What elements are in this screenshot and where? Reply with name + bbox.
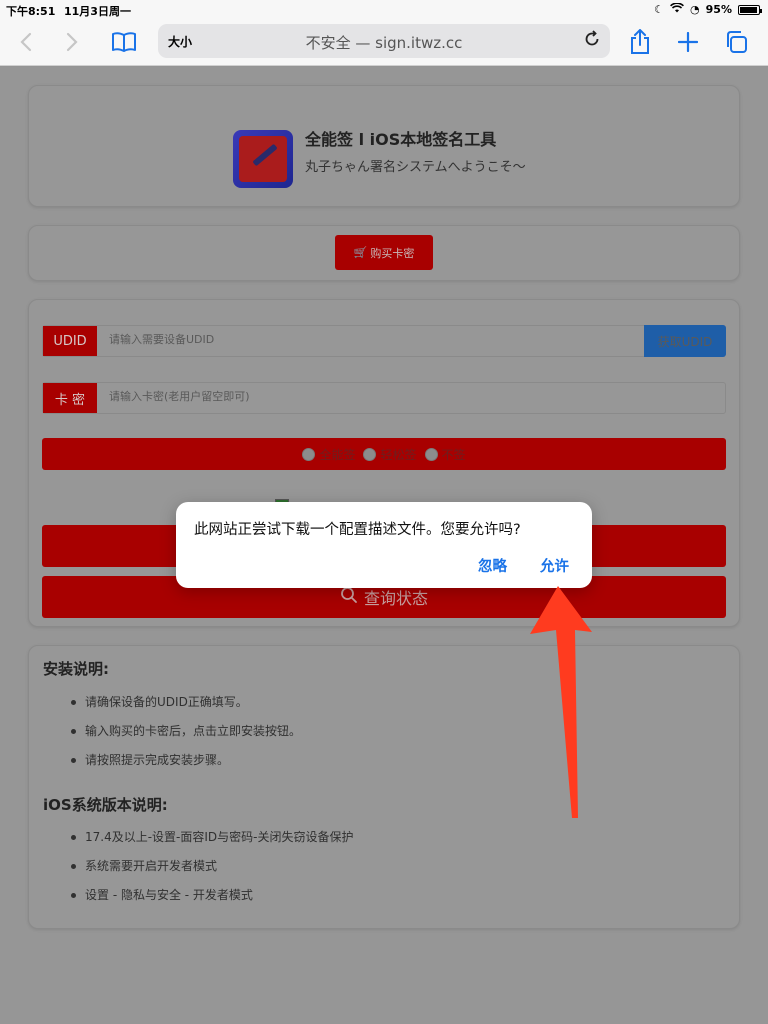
buy-card: 🛒 购买卡密: [28, 225, 740, 281]
card-key-input[interactable]: [109, 390, 569, 403]
buy-card-button[interactable]: 🛒 购买卡密: [335, 235, 433, 270]
forward-icon[interactable]: [58, 28, 86, 56]
moon-icon: ☾: [654, 3, 665, 16]
status-date: 11月3日周一: [64, 5, 131, 18]
install-instructions-title: 安装说明:: [43, 660, 109, 678]
page-subtitle: 丸子ちゃん署名システムへようこそ～: [305, 160, 526, 175]
dialog-message: 此网站正尝试下载一个配置描述文件。您要允许吗?: [194, 522, 521, 538]
list-item: 请确保设备的UDID正确填写。: [70, 688, 301, 717]
list-item: 系统需要开启开发者模式: [71, 852, 354, 881]
udid-input[interactable]: [109, 333, 569, 346]
allow-button[interactable]: 允许: [540, 555, 569, 576]
page-title: 全能签 l iOS本地签名工具: [305, 130, 497, 149]
annotation-arrow-icon: [530, 586, 592, 818]
udid-label: UDID: [43, 326, 97, 356]
ignore-button[interactable]: 忽略: [478, 555, 507, 576]
buy-button-label: 购买卡密: [370, 246, 415, 260]
url-text[interactable]: 不安全 — sign.itwz.cc: [158, 32, 610, 53]
back-icon[interactable]: [12, 28, 40, 56]
install-instructions-list: 请确保设备的UDID正确填写。 输入购买的卡密后，点击立即安装按钮。 请按照提示…: [70, 688, 301, 775]
udid-field: UDID 获取UDID: [42, 325, 726, 357]
new-tab-icon[interactable]: [674, 28, 702, 56]
tabs-icon[interactable]: [722, 28, 750, 56]
radio-circle-icon: [302, 447, 316, 461]
radio-option[interactable]: 不签: [424, 446, 466, 463]
radio-option[interactable]: 全能签: [302, 446, 355, 463]
wifi-icon: [670, 2, 685, 16]
list-item: 设置 - 隐私与安全 - 开发者模式: [71, 881, 354, 910]
instructions-card: 安装说明: 请确保设备的UDID正确填写。 输入购买的卡密后，点击立即安装按钮。…: [28, 645, 740, 929]
bookmarks-icon[interactable]: [110, 28, 138, 56]
browser-toolbar: 大小 不安全 — sign.itwz.cc: [0, 18, 768, 66]
list-item: 输入购买的卡密后，点击立即安装按钮。: [70, 717, 301, 746]
reload-icon[interactable]: [584, 30, 600, 53]
status-bar: 下午8:51 11月3日周一 ☾ ◔ 95%: [0, 0, 768, 18]
list-item: 请按照提示完成安装步骤。: [70, 746, 301, 775]
status-time: 下午8:51: [6, 5, 56, 18]
header-card: 全能签 l iOS本地签名工具 丸子ちゃん署名システムへようこそ～: [28, 85, 740, 207]
list-item: 17.4及以上-设置-面容ID与密码-关闭失窃设备保护: [71, 823, 354, 852]
radio-circle-icon: [363, 447, 377, 461]
share-icon[interactable]: [626, 28, 654, 56]
app-logo: [233, 130, 293, 188]
loading-icon: ◔: [690, 3, 700, 16]
get-udid-button[interactable]: 获取UDID: [644, 325, 726, 357]
profile-download-dialog: 此网站正尝试下载一个配置描述文件。您要允许吗? 忽略 允许: [176, 502, 592, 588]
sign-mode-radio-group: 全能签 轻松签 不签: [42, 438, 726, 470]
radio-option[interactable]: 轻松签: [363, 446, 417, 463]
ios-version-title: iOS系统版本说明:: [43, 796, 168, 814]
search-icon: [340, 586, 358, 608]
address-bar[interactable]: 大小 不安全 — sign.itwz.cc: [158, 24, 610, 58]
query-status-label: 查询状态: [363, 589, 428, 608]
card-key-field: 卡 密: [42, 382, 726, 414]
card-key-label: 卡 密: [43, 383, 97, 413]
ios-version-list: 17.4及以上-设置-面容ID与密码-关闭失窃设备保护 系统需要开启开发者模式 …: [71, 823, 354, 910]
battery-icon: [738, 4, 762, 15]
battery-percent: 95%: [705, 3, 732, 16]
radio-circle-icon: [424, 447, 438, 461]
status-right: ☾ ◔ 95%: [654, 2, 762, 16]
cart-icon: 🛒: [353, 246, 368, 259]
